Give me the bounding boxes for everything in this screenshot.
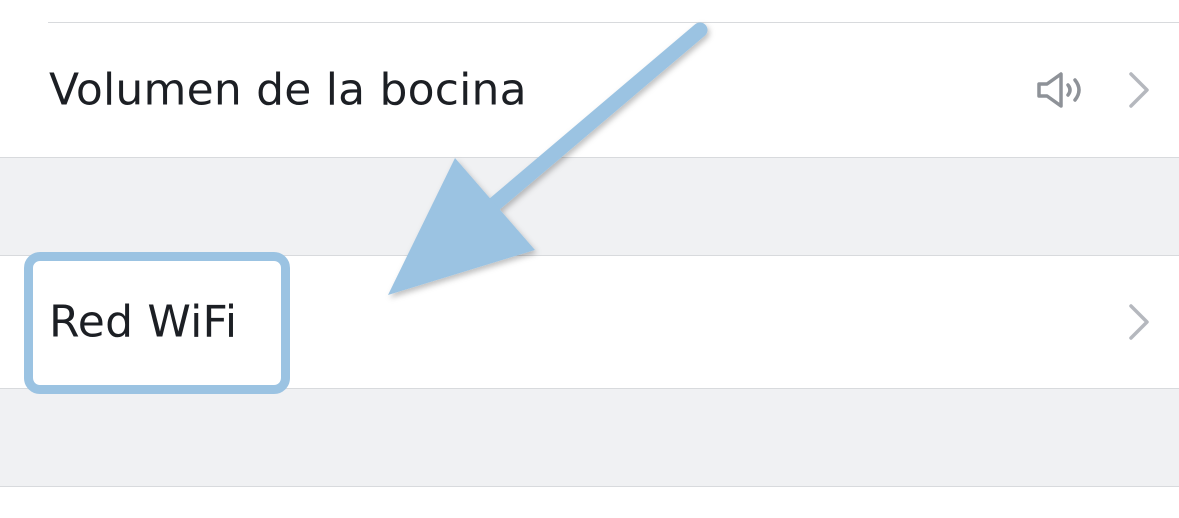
wifi-network-row[interactable]: Red WiFi: [0, 255, 1179, 389]
group-separator: [0, 389, 1179, 486]
speaker-volume-label: Volumen de la bocina: [49, 64, 527, 116]
next-row-partial: [0, 486, 1179, 518]
group-separator: [0, 158, 1179, 255]
chevron-right-icon: [1129, 304, 1149, 340]
speaker-volume-icon: [1037, 72, 1081, 108]
chevron-right-icon: [1129, 72, 1149, 108]
speaker-volume-row[interactable]: Volumen de la bocina: [0, 23, 1179, 158]
wifi-network-label: Red WiFi: [49, 296, 238, 348]
settings-screen: Volumen de la bocina Red WiFi: [0, 0, 1179, 518]
